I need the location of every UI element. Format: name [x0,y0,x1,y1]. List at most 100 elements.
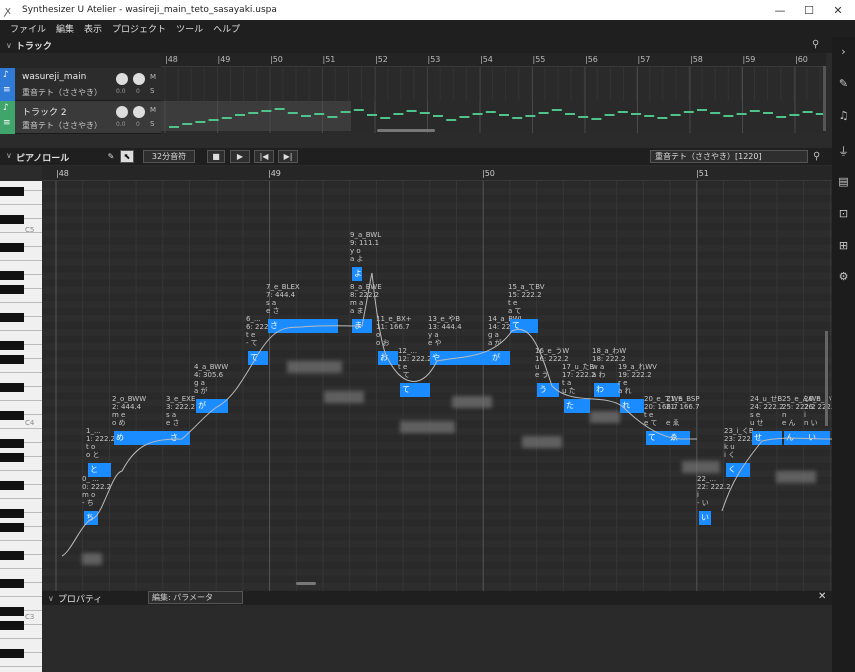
rewind-button[interactable]: |◀ [254,150,274,163]
arranger-note [538,112,549,114]
black-key[interactable] [0,383,24,392]
black-key[interactable] [0,355,24,364]
arranger-note [195,121,206,123]
roll-hscroll[interactable] [296,582,316,585]
black-key[interactable] [0,215,24,224]
pencil-icon[interactable]: ✎ [832,77,855,90]
black-key[interactable] [0,579,24,588]
arranger-note [644,115,655,117]
chevron-down-icon[interactable]: ∨ [6,151,12,160]
black-key[interactable] [0,453,24,462]
solo-button[interactable]: S [150,120,154,128]
black-key[interactable] [0,243,24,252]
track-row[interactable]: ♪ ≡ wasureji_main 重音テト（ささやき） 0.0 0 M S [0,68,161,101]
roll-vscroll[interactable] [825,331,828,426]
menu-project[interactable]: プロジェクト [112,22,166,35]
mute-button[interactable]: M [150,106,156,114]
arranger-note [433,115,443,117]
minimize-button[interactable]: — [765,0,795,20]
arranger-note [683,111,694,113]
pitch-line [61,272,832,557]
piano-keyboard[interactable]: C5 C4 C3 [0,181,42,672]
arranger-note [749,110,760,112]
arranger-note [697,109,707,111]
volume-value: 0.0 [116,88,126,95]
menu-view[interactable]: 表示 [84,22,102,35]
piano-roll-grid[interactable]: ち 0_ ... 0: 222.2 m o - ちと 1_... 1: 222.2 … [42,181,832,591]
forward-button[interactable]: ▶| [278,150,298,163]
close-button[interactable]: ✕ [823,0,853,20]
arranger-note [446,119,457,121]
pan-knob[interactable] [133,73,145,85]
search-icon[interactable]: ⚲ [813,151,820,162]
select-tool-icon[interactable]: ⬉ [120,150,134,163]
track-row[interactable]: ♪ ≡ トラック 2 重音テト（ささやき） 0.0 0 M S [0,101,161,134]
black-key[interactable] [0,341,24,350]
track-singer[interactable]: 重音テト（ささやき） [22,87,102,98]
black-key[interactable] [0,621,24,630]
mixer-icon[interactable]: ⏚ [832,143,855,159]
solo-button[interactable]: S [150,87,154,95]
black-key[interactable] [0,607,24,616]
volume-knob[interactable] [116,106,128,118]
menu-help[interactable]: ヘルプ [213,22,240,35]
pan-knob[interactable] [133,106,145,118]
black-key[interactable] [0,481,24,490]
pan-value: 0 [136,88,140,95]
chevron-down-icon[interactable]: ∨ [48,594,54,603]
arranger-note [578,116,589,118]
window-title: Synthesizer U Atelier - wasireji_main_te… [22,5,277,15]
menu-file[interactable]: ファイル [10,22,46,35]
chevron-down-icon[interactable]: ∨ [6,41,12,50]
book-icon[interactable]: ▤ [832,175,855,188]
note-icon: ♪ [3,70,9,80]
track-singer[interactable]: 重音テト（ささやき） [22,120,102,131]
briefcase-icon[interactable]: ⊡ [832,207,855,220]
arranger-note [459,116,470,118]
maximize-button[interactable]: ☐ [794,0,824,20]
arranger-scrollbar[interactable] [377,129,435,132]
snap-select[interactable]: 32分音符 [143,150,195,163]
properties-header: ∨ プロパティ 編集: パラメータ ✕ [42,591,832,605]
arranger-note [301,115,311,117]
arranger-note [512,117,523,119]
black-key[interactable] [0,187,24,196]
track-panel-header: ∨ トラック ⚲ [0,37,832,53]
black-key[interactable] [0,509,24,518]
pencil-tool-icon[interactable]: ✎ [104,150,118,163]
black-key[interactable] [0,313,24,322]
settings-icon[interactable]: ⚙ [832,270,855,283]
mute-button[interactable]: M [150,73,156,81]
music-note-icon[interactable]: ♫ [832,109,855,122]
black-key[interactable] [0,285,24,294]
search-icon[interactable]: ⚲ [812,39,819,50]
black-key[interactable] [0,411,24,420]
track-name[interactable]: wasureji_main [22,72,86,82]
arranger-note [419,112,430,114]
arranger-note [736,113,747,115]
black-key[interactable] [0,271,24,280]
black-key[interactable] [0,439,24,448]
arranger-view[interactable]: |48 |49 |50 |51 |52 |53 |54 |55 |56 |57 |58 |59 |60 [161,53,826,133]
menu-icon[interactable]: ≡ [3,85,11,95]
black-key[interactable] [0,649,24,658]
grid-icon[interactable]: ⊞ [832,239,855,252]
arranger-vscroll[interactable] [823,66,826,131]
volume-knob[interactable] [116,73,128,85]
arranger-note [287,112,298,114]
menu-tools[interactable]: ツール [176,22,203,35]
chevron-right-icon[interactable]: › [832,45,855,58]
close-panel-button[interactable]: ✕ [818,591,826,602]
edit-mode-select[interactable]: 編集: パラメータ [148,591,243,604]
stop-button[interactable]: ■ [207,150,225,163]
bar-marker: |50 [482,169,495,178]
piano-roll-ruler[interactable]: |48 |49 |50 |51 [42,166,832,181]
menu-icon[interactable]: ≡ [3,118,11,128]
track-name[interactable]: トラック 2 [22,105,67,118]
singer-select[interactable]: 重音テト（ささやき）[1220] [650,150,808,163]
black-key[interactable] [0,551,24,560]
arranger-note [591,118,602,120]
menu-edit[interactable]: 編集 [56,22,74,35]
black-key[interactable] [0,523,24,532]
play-button[interactable]: ▶ [230,150,250,163]
